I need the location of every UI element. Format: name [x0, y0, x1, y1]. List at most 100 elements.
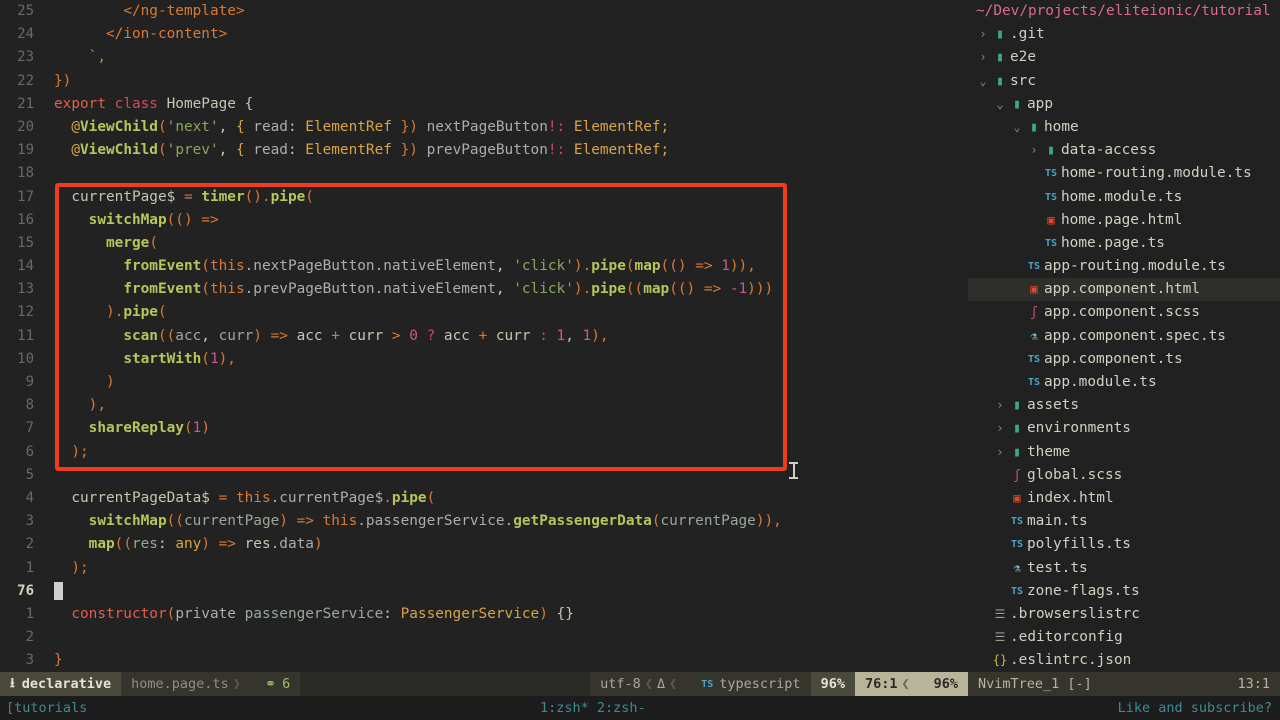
tmux-session-label: [tutorials — [6, 700, 88, 716]
code-token: ). — [105, 304, 124, 321]
filename-label: home.page.ts — [131, 676, 229, 692]
code-line[interactable]: 22}) — [0, 70, 968, 93]
code-line[interactable]: 6 ); — [0, 441, 968, 464]
file-tree-item[interactable]: ⌄ ▮ src — [968, 70, 1280, 93]
code-token: }) — [400, 142, 418, 159]
file-tree-item[interactable]: ▣ index.html — [968, 487, 1280, 510]
code-line[interactable]: 13 fromEvent(this.prevPageButton.nativeE… — [0, 278, 968, 301]
code-token: ) — [279, 513, 297, 530]
file-tree-item[interactable]: ⌄ ▮ home — [968, 116, 1280, 139]
code-token: { — [244, 95, 254, 112]
file-tree-item[interactable]: TS home.module.ts — [968, 186, 1280, 209]
code-token: , — [495, 258, 514, 275]
file-tree-item[interactable]: TS polyfills.ts — [968, 533, 1280, 556]
file-tree-item[interactable]: TS home.page.ts — [968, 232, 1280, 255]
code-line[interactable]: 24 </ion-content> — [0, 23, 968, 46]
file-tree-item[interactable]: ▣ app.component.html — [968, 278, 1280, 302]
code-token: ( — [625, 258, 635, 275]
file-tree-item[interactable]: ʃ app.component.scss — [968, 301, 1280, 324]
code-line[interactable]: 25 </ng-template> — [0, 0, 968, 23]
file-tree-item[interactable]: ⌄ ▮ app — [968, 93, 1280, 116]
chevron-left-icon-3: ❮ — [901, 676, 910, 692]
code-line[interactable]: 2 — [0, 626, 968, 649]
file-tree-item[interactable]: ⚗ app.component.spec.ts — [968, 325, 1280, 348]
code-token: export — [54, 95, 115, 112]
code-line[interactable]: 14 fromEvent(this.nextPageButton.nativeE… — [0, 255, 968, 278]
code-line[interactable]: 1 ); — [0, 557, 968, 580]
file-tree-item[interactable]: › ▮ assets — [968, 394, 1280, 417]
chevron-right-icon[interactable]: › — [993, 441, 1007, 464]
file-tree-item[interactable]: › ▮ environments — [968, 417, 1280, 440]
code-line[interactable]: 2 map((res: any) => res.data) — [0, 533, 968, 556]
code-token: currentPage$ — [54, 188, 184, 205]
code-line[interactable]: 7 shareReplay(1) — [0, 417, 968, 440]
chevron-right-icon[interactable]: › — [993, 394, 1007, 417]
code-line[interactable]: 17 currentPage$ = timer().pipe( — [0, 186, 968, 209]
code-token: ) — [253, 327, 271, 344]
code-line[interactable]: 76 — [0, 580, 968, 603]
chevron-right-icon[interactable]: › — [976, 23, 990, 46]
file-tree-item[interactable]: › ▮ .git — [968, 23, 1280, 46]
file-tree-item[interactable]: ▣ home.page.html — [968, 209, 1280, 232]
code-line[interactable]: 3 switchMap((currentPage) => this.passen… — [0, 510, 968, 533]
file-tree-item[interactable]: › ▮ theme — [968, 441, 1280, 464]
chevron-right-icon[interactable]: › — [993, 417, 1007, 440]
chevron-right-icon[interactable]: › — [976, 46, 990, 69]
file-tree-item[interactable]: TS app.module.ts — [968, 371, 1280, 394]
chevron-right-icon[interactable]: › — [1027, 139, 1041, 162]
code-line[interactable]: 4 currentPageData$ = this.currentPage$.p… — [0, 487, 968, 510]
code-line[interactable]: 20 @ViewChild('next', { read: ElementRef… — [0, 116, 968, 139]
code-line[interactable]: 21 export class HomePage { — [0, 93, 968, 116]
line-number: 10 — [17, 350, 34, 367]
code-line[interactable]: 15 merge( — [0, 232, 968, 255]
file-tree-item[interactable]: TS home-routing.module.ts — [968, 162, 1280, 185]
arrow-spacer — [1010, 255, 1024, 278]
file-tree-item[interactable]: ☰ .browserslistrc — [968, 603, 1280, 626]
typescript-file-icon: TS — [1027, 377, 1041, 388]
file-tree-item[interactable]: ⚗ test.ts — [968, 557, 1280, 580]
code-line[interactable]: 16 switchMap(() => — [0, 209, 968, 232]
file-tree-item[interactable]: ☰ .editorconfig — [968, 626, 1280, 649]
git-branch-segment[interactable]: ⭳ declarative — [0, 672, 122, 696]
code-line[interactable]: 19 @ViewChild('prev', { read: ElementRef… — [0, 139, 968, 162]
code-line[interactable]: 8 ), — [0, 394, 968, 417]
code-line[interactable]: 3} — [0, 649, 968, 672]
file-tree-item[interactable]: TS zone-flags.ts — [968, 580, 1280, 603]
code-line[interactable]: 1 constructor(private passengerService: … — [0, 603, 968, 626]
code-line[interactable]: 9 ) — [0, 371, 968, 394]
code-line[interactable]: 18 — [0, 162, 968, 185]
file-tree-item[interactable]: {} .eslintrc.json — [968, 649, 1280, 672]
chevron-down-icon[interactable]: ⌄ — [993, 93, 1007, 116]
chevron-down-icon[interactable]: ⌄ — [976, 70, 990, 93]
code-line-text — [44, 580, 63, 603]
code-token: PassengerService — [400, 605, 540, 622]
code-line[interactable]: 23 `, — [0, 46, 968, 69]
code-line[interactable]: 12 ).pipe( — [0, 301, 968, 324]
file-tree-item[interactable]: TS app-routing.module.ts — [968, 255, 1280, 278]
file-tree-item[interactable]: TS main.ts — [968, 510, 1280, 533]
code-line[interactable]: 11 scan((acc, curr) => acc + curr > 0 ? … — [0, 325, 968, 348]
diagnostics-segment[interactable]: ⚭ 6 — [254, 672, 301, 696]
file-tree-item-label: home — [1044, 118, 1079, 135]
file-tree-pane[interactable]: ~/Dev/projects/eliteionic/tutorial › ▮ .gi… — [968, 0, 1280, 672]
git-branch-label: declarative — [21, 676, 112, 692]
file-tree-list[interactable]: › ▮ .git › ▮ e2e ⌄ ▮ src ⌄ ▮ app ⌄ ▮ home › ▮ data-access… — [968, 23, 1280, 672]
code-token: .data — [270, 536, 314, 553]
code-lines-container[interactable]: 25 </ng-template> 24 </ion-content> 23 `, 2… — [0, 0, 968, 672]
code-token: read — [253, 142, 288, 159]
code-token: pipe — [270, 188, 306, 205]
file-tree-item[interactable]: › ▮ e2e — [968, 46, 1280, 69]
code-token: nextPageButton — [417, 118, 548, 135]
code-line-text: fromEvent(this.prevPageButton.nativeElem… — [44, 278, 773, 301]
code-token: .nextPageButton.nativeElement — [244, 258, 496, 275]
file-tree-item[interactable]: ʃ global.scss — [968, 464, 1280, 487]
file-tree-item[interactable]: TS app.component.ts — [968, 348, 1280, 371]
code-editor-pane[interactable]: 25 </ng-template> 24 </ion-content> 23 `, 2… — [0, 0, 968, 672]
code-token: any — [175, 536, 202, 553]
chevron-down-icon[interactable]: ⌄ — [1010, 116, 1024, 139]
code-line[interactable]: 5 — [0, 464, 968, 487]
code-line[interactable]: 10 startWith(1), — [0, 348, 968, 371]
file-tree-item[interactable]: › ▮ data-access — [968, 139, 1280, 162]
arrow-spacer — [1010, 301, 1024, 324]
